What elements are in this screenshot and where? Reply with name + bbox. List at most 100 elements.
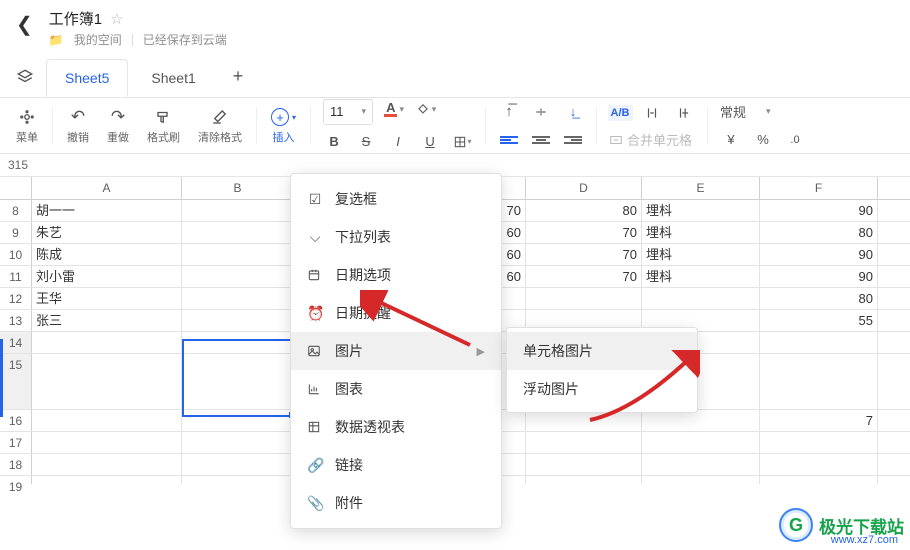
- cell[interactable]: [182, 266, 294, 287]
- row-header[interactable]: 17: [0, 432, 32, 453]
- cell[interactable]: 90: [760, 244, 878, 265]
- cell[interactable]: 朱艺: [32, 222, 182, 243]
- cell[interactable]: [526, 288, 642, 309]
- cell[interactable]: 70: [526, 222, 642, 243]
- back-button[interactable]: ❮: [12, 8, 37, 41]
- redo-button[interactable]: ↷重做: [99, 106, 137, 145]
- undo-button[interactable]: ↶撤销: [59, 106, 97, 145]
- cell[interactable]: [182, 410, 294, 431]
- cell[interactable]: [182, 310, 294, 331]
- row-header[interactable]: 13: [0, 310, 32, 331]
- border-button[interactable]: ▾: [451, 131, 473, 153]
- cell[interactable]: [526, 454, 642, 475]
- space-label[interactable]: 我的空间: [74, 31, 122, 48]
- overflow-button[interactable]: [641, 102, 663, 124]
- cell[interactable]: 55: [760, 310, 878, 331]
- cell[interactable]: [182, 200, 294, 221]
- cell[interactable]: [642, 454, 760, 475]
- col-header-f[interactable]: F: [760, 177, 878, 199]
- number-format-select[interactable]: 常规▾: [720, 101, 771, 123]
- star-icon[interactable]: ☆: [110, 10, 123, 28]
- clear-format-button[interactable]: 清除格式: [190, 106, 250, 145]
- cell[interactable]: [526, 410, 642, 431]
- wrap-button[interactable]: A/B: [609, 102, 631, 124]
- valign-mid-button[interactable]: [530, 101, 552, 123]
- menu-checkbox[interactable]: ☑复选框: [291, 180, 501, 218]
- row-header[interactable]: 14: [0, 332, 32, 353]
- cell[interactable]: 70: [526, 266, 642, 287]
- cell[interactable]: 80: [760, 222, 878, 243]
- cell[interactable]: [642, 410, 760, 431]
- col-header-e[interactable]: E: [642, 177, 760, 199]
- cell[interactable]: [182, 244, 294, 265]
- row-header[interactable]: 19: [0, 476, 32, 484]
- cell[interactable]: [32, 332, 182, 353]
- cell[interactable]: 埋枓: [642, 222, 760, 243]
- menu-image[interactable]: 图片▶: [291, 332, 501, 370]
- clip-button[interactable]: [673, 102, 695, 124]
- row-header[interactable]: 8: [0, 200, 32, 221]
- cell[interactable]: 埋枓: [642, 200, 760, 221]
- cell[interactable]: [642, 288, 760, 309]
- italic-button[interactable]: I: [387, 131, 409, 153]
- menu-pivot[interactable]: 数据透视表: [291, 408, 501, 446]
- font-size-select[interactable]: 11▾: [323, 99, 373, 125]
- align-left-button[interactable]: [498, 129, 520, 151]
- cell[interactable]: [32, 454, 182, 475]
- cell[interactable]: [526, 432, 642, 453]
- cell[interactable]: 80: [760, 288, 878, 309]
- menu-chart[interactable]: 图表: [291, 370, 501, 408]
- cell[interactable]: [32, 432, 182, 453]
- cell[interactable]: [182, 354, 294, 409]
- insert-button[interactable]: +▾ 插入: [263, 106, 304, 145]
- valign-top-button[interactable]: ↑̅: [498, 101, 520, 123]
- cell[interactable]: 埋枓: [642, 266, 760, 287]
- submenu-float-image[interactable]: 浮动图片: [507, 370, 697, 408]
- cell[interactable]: [182, 476, 294, 484]
- bold-button[interactable]: B: [323, 131, 345, 153]
- row-header[interactable]: 18: [0, 454, 32, 475]
- menu-link[interactable]: 🔗链接: [291, 446, 501, 484]
- format-painter-button[interactable]: 格式刷: [139, 106, 188, 145]
- currency-button[interactable]: ¥: [720, 129, 742, 151]
- row-header[interactable]: 12: [0, 288, 32, 309]
- row-header[interactable]: 15: [0, 354, 32, 409]
- row-header[interactable]: 11: [0, 266, 32, 287]
- menu-button[interactable]: 菜单: [8, 106, 46, 145]
- align-center-button[interactable]: [530, 129, 552, 151]
- fill-color-button[interactable]: ▾: [415, 99, 437, 121]
- cell[interactable]: [526, 476, 642, 484]
- cell[interactable]: 张三: [32, 310, 182, 331]
- tab-sheet5[interactable]: Sheet5: [46, 59, 128, 97]
- row-header[interactable]: 10: [0, 244, 32, 265]
- cell[interactable]: 7: [760, 410, 878, 431]
- cell[interactable]: 90: [760, 266, 878, 287]
- align-right-button[interactable]: [562, 129, 584, 151]
- font-color-button[interactable]: A▾: [383, 99, 405, 121]
- cell[interactable]: 胡一一: [32, 200, 182, 221]
- submenu-cell-image[interactable]: 单元格图片: [507, 332, 697, 370]
- valign-bottom-button[interactable]: ↓̲: [562, 101, 584, 123]
- cell[interactable]: [760, 476, 878, 484]
- menu-dropdown[interactable]: ⌵下拉列表: [291, 218, 501, 256]
- cell[interactable]: [182, 432, 294, 453]
- col-header-a[interactable]: A: [32, 177, 182, 199]
- tab-sheet1[interactable]: Sheet1: [132, 59, 214, 97]
- layers-icon[interactable]: [8, 62, 42, 92]
- cell[interactable]: [32, 476, 182, 484]
- cell[interactable]: [182, 288, 294, 309]
- cell[interactable]: [32, 354, 182, 409]
- col-header-d[interactable]: D: [526, 177, 642, 199]
- menu-date-option[interactable]: 日期选项: [291, 256, 501, 294]
- row-header[interactable]: 16: [0, 410, 32, 431]
- cell[interactable]: [32, 410, 182, 431]
- cell[interactable]: [642, 476, 760, 484]
- cell[interactable]: [760, 432, 878, 453]
- col-header-b[interactable]: B: [182, 177, 294, 199]
- cell[interactable]: 70: [526, 244, 642, 265]
- cell[interactable]: 王华: [32, 288, 182, 309]
- cell[interactable]: 陈成: [32, 244, 182, 265]
- row-header[interactable]: 9: [0, 222, 32, 243]
- cell[interactable]: [182, 332, 294, 353]
- merge-cells-button[interactable]: 合并单元格: [609, 127, 695, 152]
